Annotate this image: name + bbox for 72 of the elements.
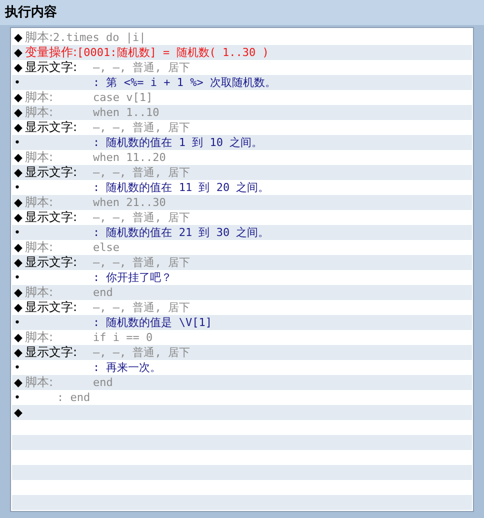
command-label[interactable]: 脚本: <box>25 105 54 120</box>
marker-icon: ◆ <box>12 285 25 300</box>
empty-row[interactable] <box>12 495 472 510</box>
marker-icon: ◆ <box>12 120 25 135</box>
command-text[interactable]: when 1..10 <box>93 105 160 120</box>
command-text[interactable]: when 21..30 <box>93 195 166 210</box>
command-text[interactable]: if i == 0 <box>93 330 153 345</box>
command-label[interactable]: 脚本: <box>25 330 54 345</box>
command-text[interactable]: –, –, 普通, 居下 <box>93 255 190 270</box>
command-text[interactable]: else <box>93 240 120 255</box>
marker-icon: ◆ <box>12 195 25 210</box>
command-text[interactable]: : end <box>25 390 90 405</box>
command-label[interactable]: 显示文字: <box>25 255 78 270</box>
marker-icon: • <box>12 135 25 150</box>
marker-icon: ◆ <box>12 150 25 165</box>
marker-icon: • <box>12 390 25 405</box>
command-label[interactable]: 变量操作: <box>25 45 78 60</box>
command-text[interactable]: –, –, 普通, 居下 <box>93 165 190 180</box>
marker-icon: ◆ <box>12 330 25 345</box>
command-text[interactable]: : 再来一次。 <box>93 360 162 375</box>
command-label[interactable]: 脚本: <box>25 375 54 390</box>
command-text[interactable]: [0001:随机数] = 随机数( 1..30 ) <box>77 45 269 60</box>
marker-icon: ◆ <box>12 165 25 180</box>
command-label[interactable]: 显示文字: <box>25 210 78 225</box>
marker-icon: ◆ <box>12 240 25 255</box>
empty-row[interactable] <box>12 465 472 480</box>
command-text[interactable]: end <box>93 285 113 300</box>
marker-icon: ◆ <box>12 375 25 390</box>
command-label[interactable]: 显示文字: <box>25 345 78 360</box>
marker-icon: • <box>12 315 25 330</box>
command-text[interactable]: : 随机数的值在 21 到 30 之间。 <box>93 225 270 240</box>
command-text[interactable]: –, –, 普通, 居下 <box>93 210 190 225</box>
command-label[interactable]: 显示文字: <box>25 120 78 135</box>
marker-icon: ◆ <box>12 30 25 45</box>
command-label[interactable]: 脚本: <box>25 195 54 210</box>
marker-icon: • <box>12 180 25 195</box>
marker-icon: ◆ <box>12 405 25 420</box>
command-text[interactable]: –, –, 普通, 居下 <box>93 345 190 360</box>
command-label[interactable]: 显示文字: <box>25 60 78 75</box>
command-text[interactable]: : 随机数的值在 1 到 10 之间。 <box>93 135 263 150</box>
command-label[interactable]: 脚本: <box>25 90 54 105</box>
command-label[interactable]: 脚本: <box>25 240 54 255</box>
marker-icon: ◆ <box>12 345 25 360</box>
command-text[interactable]: : 随机数的值是 \V[1] <box>93 315 212 330</box>
command-text[interactable]: case v[1] <box>93 90 153 105</box>
command-text[interactable]: : 随机数的值在 11 到 20 之间。 <box>93 180 270 195</box>
marker-icon: ◆ <box>12 45 25 60</box>
marker-icon: ◆ <box>12 105 25 120</box>
marker-icon: ◆ <box>12 300 25 315</box>
command-label[interactable]: 显示文字: <box>25 165 78 180</box>
marker-icon: ◆ <box>12 90 25 105</box>
marker-icon: ◆ <box>12 255 25 270</box>
command-text[interactable]: –, –, 普通, 居下 <box>93 300 190 315</box>
marker-icon: • <box>12 360 25 375</box>
command-text[interactable]: when 11..20 <box>93 150 166 165</box>
command-label[interactable]: 脚本: <box>25 285 54 300</box>
marker-icon: • <box>12 75 25 90</box>
command-text[interactable]: –, –, 普通, 居下 <box>93 120 190 135</box>
command-label[interactable]: 脚本: <box>25 30 54 45</box>
command-label[interactable]: 脚本: <box>25 150 54 165</box>
command-text[interactable]: 2.times do |i| <box>53 30 146 45</box>
marker-icon: • <box>12 225 25 240</box>
marker-icon: ◆ <box>12 60 25 75</box>
panel-title: 执行内容 <box>0 0 484 25</box>
marker-icon: ◆ <box>12 210 25 225</box>
command-text[interactable]: : 你开挂了吧？ <box>93 270 172 285</box>
command-text[interactable]: –, –, 普通, 居下 <box>93 60 190 75</box>
command-label[interactable]: 显示文字: <box>25 300 78 315</box>
empty-row[interactable] <box>12 435 472 450</box>
command-text[interactable]: end <box>93 375 113 390</box>
command-text[interactable]: : 第 <%= i + 1 %> 次取随机数。 <box>93 75 276 90</box>
marker-icon: • <box>12 270 25 285</box>
